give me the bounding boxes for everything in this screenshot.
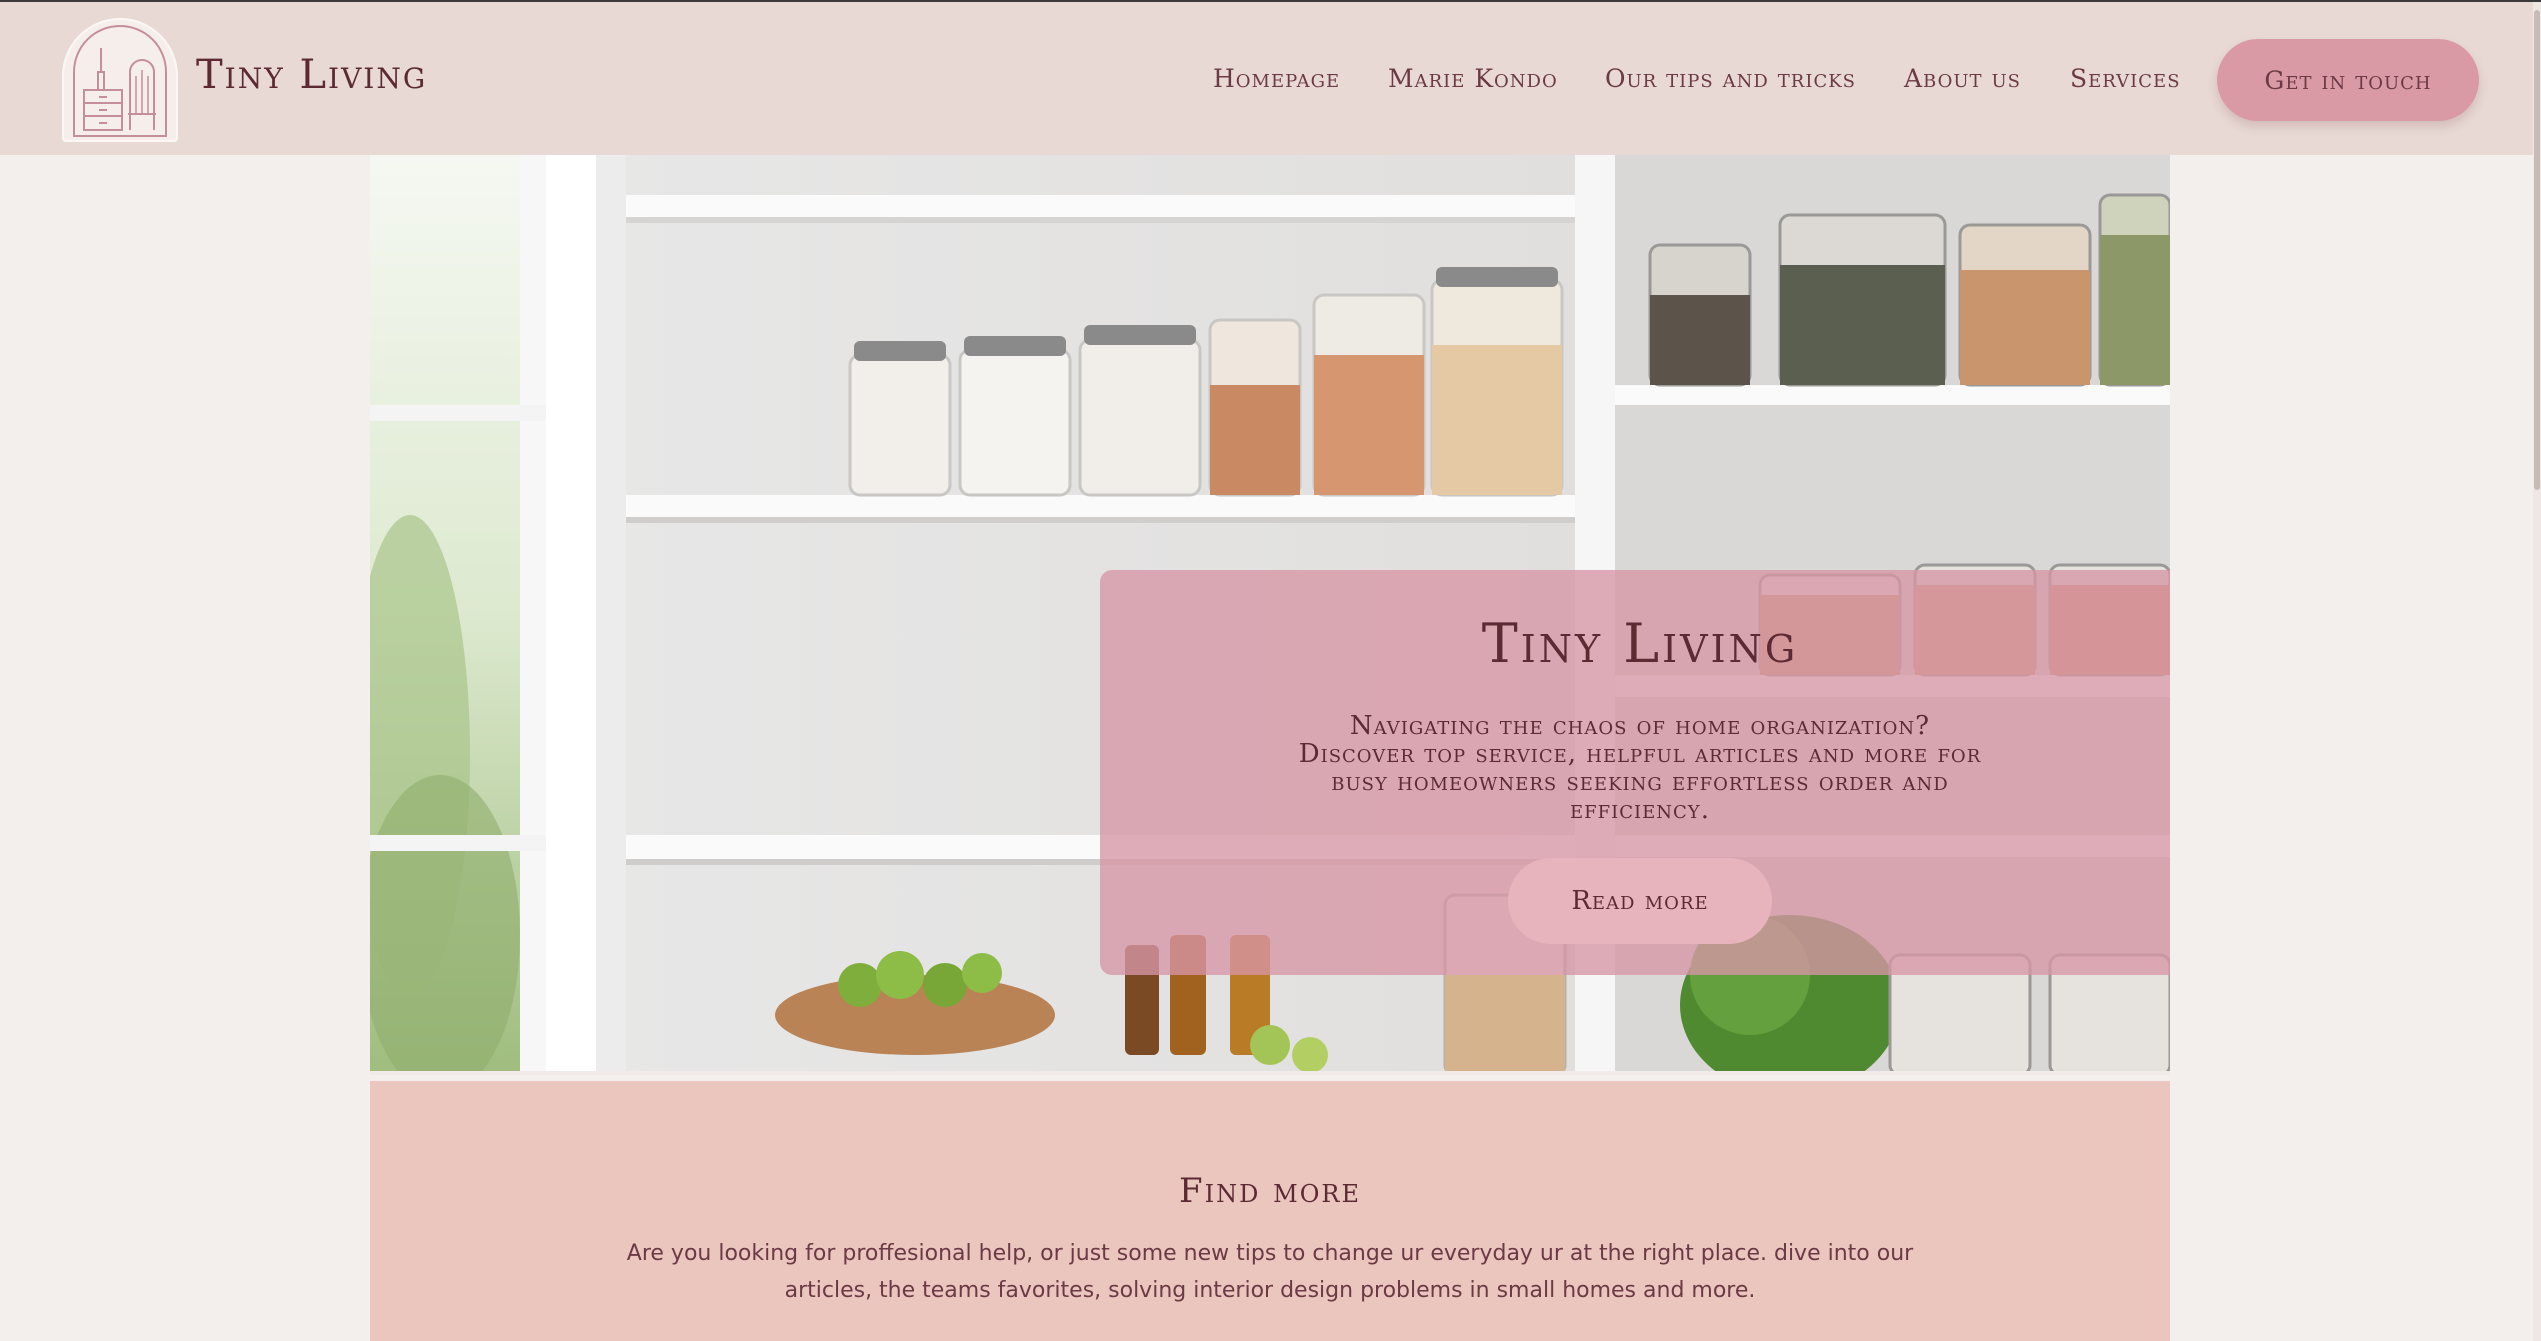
nav-tips-and-tricks[interactable]: Our tips and tricks [1605,64,1856,93]
find-more-title: Find more [1179,1171,1361,1211]
brand-name[interactable]: Tiny Living [196,52,427,98]
read-more-button[interactable]: Read more [1508,858,1772,944]
nav-about-us[interactable]: About us [1904,64,2021,93]
find-more-text: Are you looking for proffesional help, o… [626,1241,1914,1303]
hero-description: Navigating the chaos of home organizatio… [1298,711,1982,825]
nav-homepage[interactable]: Homepage [1213,64,1340,93]
nav-services[interactable]: Services [2070,64,2181,93]
hero-section: Tiny Living Navigating the chaos of home… [370,155,2170,1075]
site-header: Tiny Living Homepage Marie Kondo Our tip… [0,2,2541,155]
nav-marie-kondo[interactable]: Marie Kondo [1388,64,1558,93]
cabinet-logo-icon[interactable] [62,18,178,142]
scrollbar-thumb[interactable] [2534,10,2540,490]
hero-overlay-card: Tiny Living Navigating the chaos of home… [1100,570,2170,975]
find-more-section: Find more Are you looking for proffesion… [370,1081,2170,1341]
hero-title: Tiny Living [1481,612,1799,675]
get-in-touch-button[interactable]: Get in touch [2217,39,2479,121]
